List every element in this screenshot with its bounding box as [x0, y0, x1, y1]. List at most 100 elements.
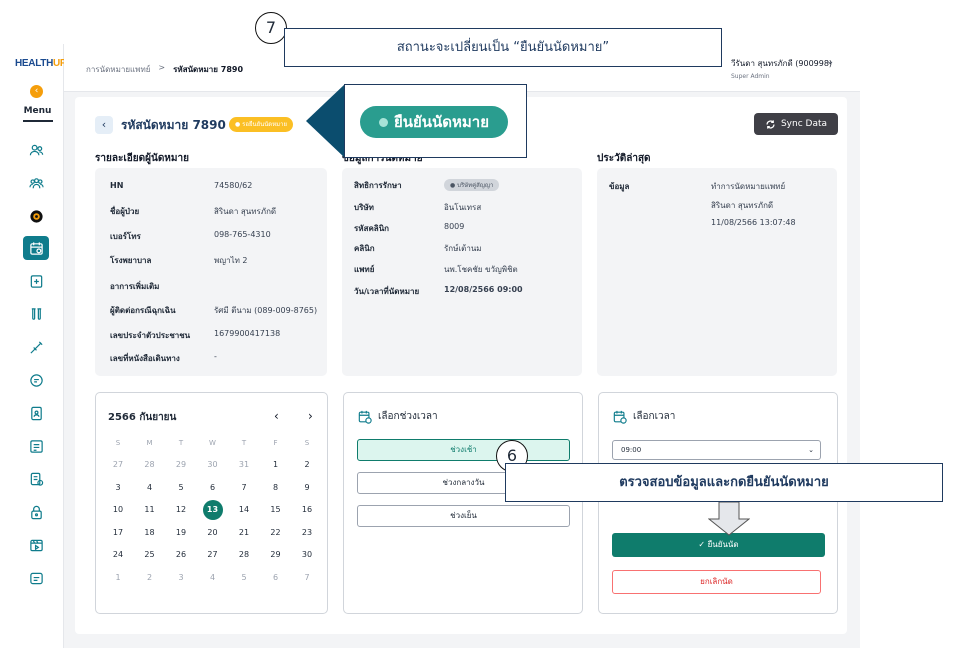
page-title: รหัสนัดหมาย 7890 — [121, 118, 226, 132]
calendar-icon[interactable] — [23, 236, 49, 260]
confirmed-status-badge: ยืนยันนัดหมาย — [360, 106, 508, 138]
calendar-day[interactable]: 7 — [297, 569, 317, 587]
status-dot-icon — [378, 117, 388, 127]
calendar-day[interactable]: 12 — [171, 501, 191, 519]
report-icon[interactable] — [23, 467, 49, 491]
calendar-day[interactable]: 31 — [234, 456, 254, 474]
menu-label: Menu — [23, 106, 52, 116]
timeslot-header: เลือกช่วงเวลา — [358, 409, 438, 424]
group-icon[interactable] — [23, 171, 49, 195]
slot-morning-button[interactable]: ช่วงเช้า — [357, 439, 570, 461]
patient-card: HN 74580/62 ชื่อผู้ป่วย สิรินดา สุนทรภักดี… — [95, 168, 327, 376]
breadcrumb-current: รหัสนัดหมาย 7890 — [173, 65, 244, 74]
calendar-next-button[interactable]: › — [308, 409, 313, 423]
calendar-day[interactable]: 27 — [203, 546, 223, 564]
calendar-day[interactable]: 21 — [234, 524, 254, 542]
calendar-day[interactable]: 15 — [266, 501, 286, 519]
calendar-day[interactable]: 11 — [140, 501, 160, 519]
breadcrumb: การนัดหมายแพทย์ > รหัสนัดหมาย 7890 — [86, 63, 243, 76]
slot-evening-button[interactable]: ช่วงเย็น — [357, 505, 570, 527]
confirm-appointment-button[interactable]: ✓ ยืนยันนัด — [612, 533, 825, 557]
chevron-down-icon[interactable]: ⌄ — [826, 56, 834, 67]
user-role: Super Admin — [731, 73, 770, 80]
breadcrumb-parent[interactable]: การนัดหมายแพทย์ — [86, 63, 150, 76]
calendar-day[interactable]: 18 — [140, 524, 160, 542]
weekday-header: S — [304, 439, 310, 447]
time-dropdown[interactable]: 09:00 ⌄ — [612, 440, 821, 460]
video-icon[interactable] — [23, 533, 49, 557]
calendar-day[interactable]: 29 — [171, 456, 191, 474]
sync-icon — [766, 119, 775, 129]
calendar-day[interactable]: 16 — [297, 501, 317, 519]
appointment-card: สิทธิการรักษา ● บริษัทคู่สัญญา บริษัท อินโ… — [342, 168, 582, 376]
history-section-title: ประวัติล่าสุด — [597, 153, 651, 164]
calendar-day[interactable]: 19 — [171, 524, 191, 542]
step-7-text: สถานะจะเปลี่ยนเป็น “ยืนยันนัดหมาย” — [396, 40, 610, 55]
step-6-callout: ตรวจสอบข้อมูลและกดยืนยันนัดหมาย — [505, 463, 943, 502]
sync-data-button[interactable]: Sync Data — [754, 113, 838, 135]
calendar-day[interactable]: 3 — [171, 569, 191, 587]
user-menu[interactable]: วีรันดา สุนทรภักดี (900998) Super Admin — [731, 57, 832, 80]
lab-tubes-icon[interactable] — [23, 302, 49, 326]
calendar-day[interactable]: 17 — [108, 524, 128, 542]
coverage-pill: ● บริษัทคู่สัญญา — [444, 179, 500, 191]
calendar-day[interactable]: 28 — [140, 456, 160, 474]
logo: HEALTHUP — [15, 58, 67, 69]
calendar-panel: 2566 กันยายน ‹ › S M T W T F S 27 28 29 30 31 1 2 3 4 5 6… — [95, 392, 328, 614]
calendar-day[interactable]: 4 — [203, 569, 223, 587]
syringe-icon[interactable] — [23, 335, 49, 359]
calendar-day[interactable]: 29 — [266, 546, 286, 564]
calendar-day[interactable]: 28 — [234, 546, 254, 564]
status-badge: ● รอยืนยันนัดหมาย — [229, 117, 293, 132]
health-record-icon[interactable] — [23, 269, 49, 293]
weekday-header: M — [146, 439, 153, 447]
chat-search-icon[interactable] — [23, 368, 49, 392]
main-content: ‹ รหัสนัดหมาย 7890 ● รอยืนยันนัดหมาย Syn… — [75, 97, 847, 634]
record-icon[interactable] — [23, 204, 49, 228]
calendar-day[interactable]: 20 — [203, 524, 223, 542]
back-button[interactable]: ‹ — [95, 116, 113, 134]
calendar-day[interactable]: 30 — [297, 546, 317, 564]
checklist-icon[interactable] — [23, 434, 49, 458]
timeslot-panel: เลือกช่วงเวลา ช่วงเช้า ช่วงกลางวัน ช่วงเ… — [343, 392, 583, 614]
calendar-day[interactable]: 5 — [234, 569, 254, 587]
calendar-day[interactable]: 14 — [234, 501, 254, 519]
calendar-day[interactable]: 8 — [266, 479, 286, 497]
calendar-day[interactable]: 26 — [171, 546, 191, 564]
calendar-day[interactable]: 7 — [234, 479, 254, 497]
calendar-day[interactable]: 9 — [297, 479, 317, 497]
step-7-marker: 7 — [255, 12, 287, 44]
calendar-day[interactable]: 22 — [266, 524, 286, 542]
calendar-day[interactable]: 3 — [108, 479, 128, 497]
calendar-day[interactable]: 10 — [108, 501, 128, 519]
lock-icon[interactable] — [23, 500, 49, 524]
message-icon[interactable] — [23, 566, 49, 590]
calendar-day[interactable]: 6 — [203, 479, 223, 497]
weekday-header: W — [209, 439, 216, 447]
users-icon[interactable] — [23, 138, 49, 162]
calendar-day[interactable]: 6 — [266, 569, 286, 587]
calendar-day[interactable]: 23 — [297, 524, 317, 542]
calendar-prev-button[interactable]: ‹ — [274, 409, 279, 423]
calendar-day[interactable]: 2 — [297, 456, 317, 474]
calendar-day[interactable]: 25 — [140, 546, 160, 564]
pointer-arrow — [306, 84, 345, 158]
calendar-day[interactable]: 30 — [203, 456, 223, 474]
calendar-day[interactable]: 1 — [108, 569, 128, 587]
calendar-day-selected[interactable]: 13 — [202, 500, 223, 520]
down-arrow-icon — [708, 502, 750, 536]
cancel-appointment-button[interactable]: ยกเลิกนัด — [612, 570, 821, 594]
calendar-day[interactable]: 4 — [140, 479, 160, 497]
document-user-icon[interactable] — [23, 401, 49, 425]
calendar-day[interactable]: 5 — [171, 479, 191, 497]
calendar-title: 2566 กันยายน — [108, 412, 177, 423]
weekday-header: T — [241, 439, 247, 447]
calendar-day[interactable]: 2 — [140, 569, 160, 587]
time-select-header: เลือกเวลา — [613, 409, 675, 424]
sidebar-collapse-button[interactable]: ‹ — [30, 85, 43, 98]
calendar-day[interactable]: 1 — [266, 456, 286, 474]
calendar-day[interactable]: 24 — [108, 546, 128, 564]
weekday-header: F — [273, 439, 278, 447]
calendar-day[interactable]: 27 — [108, 456, 128, 474]
history-card: ข้อมูล ทำการนัดหมายแพทย์ สิรินดา สุนทรภั… — [597, 168, 837, 376]
